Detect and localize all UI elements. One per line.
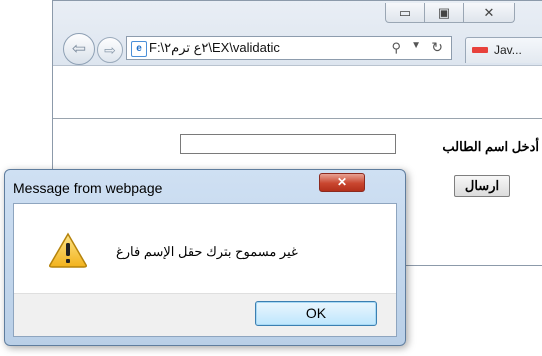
forward-arrow-icon: ⇨: [104, 41, 116, 58]
dropdown-icon[interactable]: ▼: [411, 40, 421, 51]
dialog-footer: OK: [14, 293, 396, 336]
ie-page-icon: e: [131, 41, 147, 57]
student-name-input[interactable]: [180, 134, 396, 154]
back-arrow-icon: ⇦: [71, 39, 87, 58]
dialog-title: Message from webpage: [13, 180, 163, 196]
content-divider: [53, 118, 542, 119]
tab-favicon-icon: [472, 47, 488, 53]
student-name-label: أدخل اسم الطالب: [442, 139, 539, 154]
back-button[interactable]: ⇦: [63, 33, 95, 65]
tab-label: Jav...: [494, 43, 522, 57]
browser-chrome: ▭ ▣ ✕ ⇦ ⇨ e F:\٢ع ترم٢\EX\validatic ⚲ ▼ …: [53, 1, 542, 66]
dialog-message: غير مسموح بترك حقل الإسم فارغ: [116, 244, 298, 259]
search-icon[interactable]: ⚲: [391, 40, 401, 56]
minimize-button[interactable]: ▭: [385, 3, 425, 23]
warning-icon: [49, 232, 87, 268]
browser-tab[interactable]: Jav...: [465, 37, 542, 63]
send-button[interactable]: ارسال: [454, 175, 510, 197]
refresh-icon[interactable]: ↻: [431, 39, 443, 56]
dialog-close-button[interactable]: ✕: [319, 173, 365, 192]
alert-dialog: Message from webpage ✕ غير مسموح بترك حق…: [4, 169, 406, 346]
window-close-button[interactable]: ✕: [463, 3, 515, 23]
address-bar[interactable]: e F:\٢ع ترم٢\EX\validatic ⚲ ▼ ↻: [126, 36, 452, 60]
forward-button[interactable]: ⇨: [97, 37, 123, 63]
ok-button[interactable]: OK: [255, 301, 377, 326]
maximize-button[interactable]: ▣: [424, 3, 464, 23]
window-controls: ▭ ▣ ✕: [385, 3, 515, 24]
address-url[interactable]: F:\٢ع ترم٢\EX\validatic: [149, 40, 280, 56]
dialog-body: غير مسموح بترك حقل الإسم فارغ OK: [13, 203, 397, 337]
